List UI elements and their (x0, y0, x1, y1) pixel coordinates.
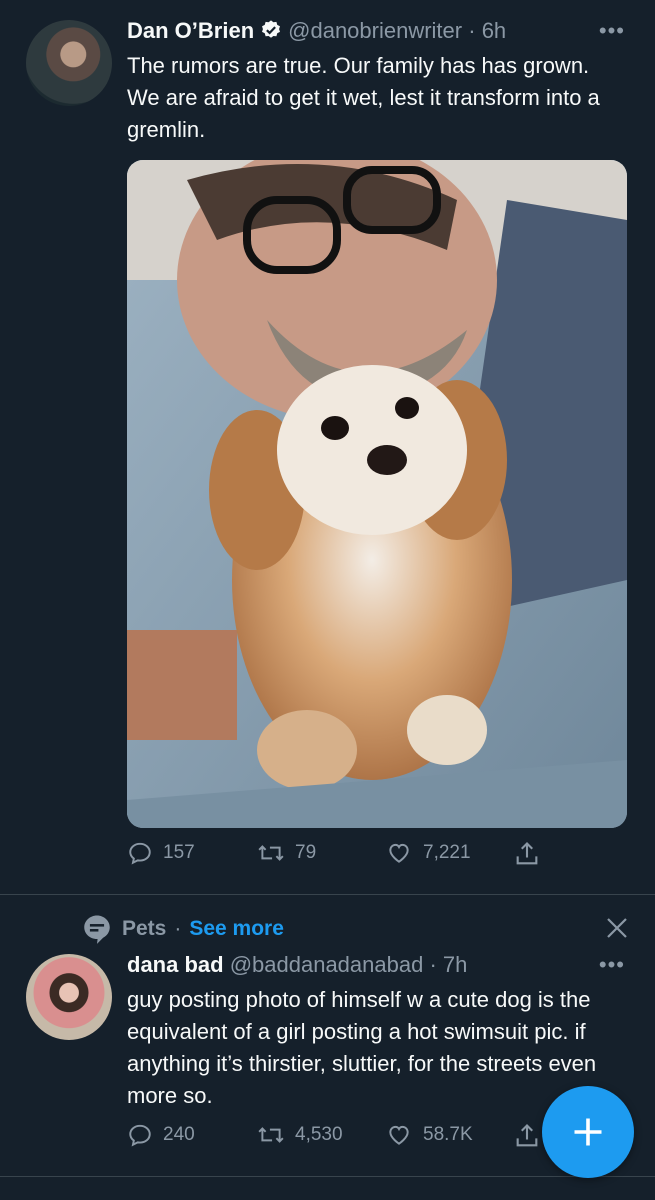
reply-button[interactable]: 240 (127, 1122, 195, 1148)
reply-count: 157 (163, 842, 195, 863)
author-handle[interactable]: @danobrienwriter (288, 18, 462, 43)
retweet-icon (258, 1127, 284, 1143)
reply-icon (129, 842, 151, 865)
timestamp[interactable]: · 7h (429, 952, 467, 977)
timestamp[interactable]: · 6h (468, 18, 506, 43)
share-icon (516, 842, 538, 865)
tweet-header: dana bad @baddanadanabad · 7h (127, 952, 467, 978)
topic-icon (84, 915, 110, 944)
retweet-count: 4,530 (295, 1124, 343, 1145)
author-name[interactable]: Dan O’Brien (127, 18, 254, 43)
more-horizontal-icon[interactable]: ••• (599, 18, 625, 44)
share-icon (516, 1124, 538, 1147)
retweet-count: 79 (295, 842, 317, 863)
tweet-danobrien[interactable]: Dan O’Brien @danobrienwriter · 6h ••• The… (0, 0, 655, 895)
reply-icon (129, 1124, 151, 1147)
tweet-text: guy posting photo of himself w a cute do… (127, 987, 597, 1108)
divider (0, 894, 655, 895)
like-count: 58.7K (423, 1124, 473, 1145)
compose-tweet-button[interactable] (542, 1086, 634, 1178)
like-count: 7,221 (423, 842, 471, 863)
retweet-button[interactable]: 79 (257, 840, 316, 866)
tweet-text: The rumors are true. Our family has has … (127, 53, 600, 142)
retweet-icon (258, 845, 284, 861)
like-button[interactable]: 7,221 (385, 840, 471, 866)
avatar[interactable] (26, 954, 112, 1040)
heart-icon (389, 1125, 409, 1145)
share-button[interactable] (513, 840, 541, 868)
author-handle[interactable]: @baddanadanabad (230, 952, 424, 977)
verified-badge-icon (260, 19, 282, 47)
reply-count: 240 (163, 1124, 195, 1145)
divider (0, 1176, 655, 1177)
author-name[interactable]: dana bad (127, 952, 224, 977)
heart-icon (389, 843, 409, 863)
separator: · (174, 917, 182, 940)
avatar[interactable] (26, 20, 112, 106)
more-horizontal-icon[interactable]: ••• (599, 952, 625, 978)
topic-label[interactable]: Pets (122, 917, 166, 941)
see-more-link[interactable]: See more (189, 917, 284, 941)
retweet-button[interactable]: 4,530 (257, 1122, 343, 1148)
share-button[interactable] (513, 1122, 541, 1150)
like-button[interactable]: 58.7K (385, 1122, 473, 1148)
tweet-photo[interactable] (127, 160, 627, 828)
reply-button[interactable]: 157 (127, 840, 195, 866)
tweet-header: Dan O’Brien @danobrienwriter · 6h (127, 18, 506, 47)
plus-icon (574, 1118, 602, 1146)
tweet-actions: 157 79 7,221 (127, 840, 627, 872)
close-icon[interactable] (605, 916, 629, 945)
topic-context: Pets · See more (80, 912, 284, 946)
